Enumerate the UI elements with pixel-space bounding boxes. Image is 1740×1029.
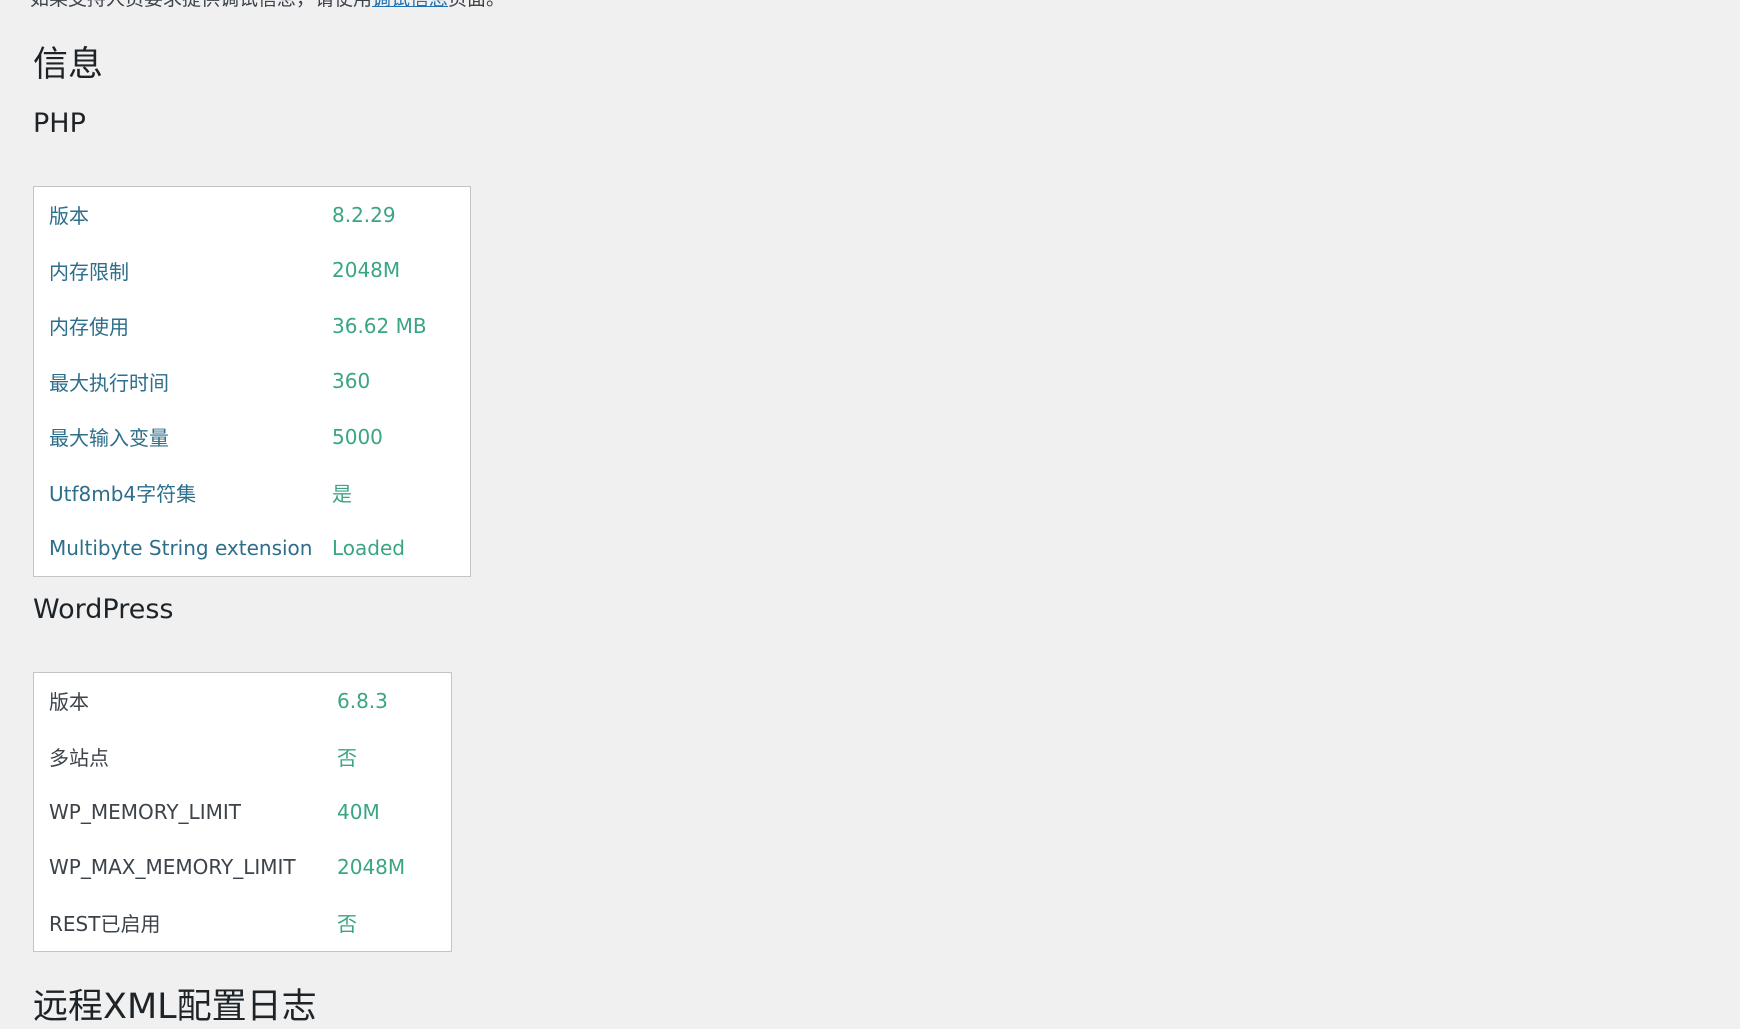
php-label: Multibyte String extension bbox=[49, 535, 313, 560]
remote-xml-log-heading: 远程XML配置日志 bbox=[33, 987, 317, 1027]
php-label: 内存限制 bbox=[49, 259, 129, 284]
info-heading: 信息 bbox=[33, 45, 104, 85]
debug-note-text-after: 页面。 bbox=[448, 0, 505, 10]
php-row-memory-usage: 内存使用 36.62 MB bbox=[49, 298, 455, 354]
debug-info-link[interactable]: 调试信息 bbox=[372, 0, 448, 10]
php-info-table: 版本 8.2.29 内存限制 2048M 内存使用 36.62 MB 最大执行时… bbox=[33, 186, 471, 577]
wp-label: WP_MAX_MEMORY_LIMIT bbox=[49, 855, 296, 880]
wp-row-memory-limit: WP_MEMORY_LIMIT 40M bbox=[49, 784, 436, 840]
wp-value: 40M bbox=[337, 799, 380, 824]
wp-row-multisite: 多站点 否 bbox=[49, 729, 436, 785]
php-row-memory-limit: 内存限制 2048M bbox=[49, 243, 455, 299]
wp-label: REST已启用 bbox=[49, 912, 161, 937]
php-value: Loaded bbox=[332, 535, 405, 560]
wp-value: 否 bbox=[337, 912, 357, 937]
php-value: 8.2.29 bbox=[332, 202, 396, 227]
php-value: 360 bbox=[332, 369, 371, 394]
php-row-max-execution-time: 最大执行时间 360 bbox=[49, 354, 455, 410]
wp-label: 版本 bbox=[49, 690, 89, 715]
php-row-max-input-vars: 最大输入变量 5000 bbox=[49, 409, 455, 465]
wp-value: 6.8.3 bbox=[337, 688, 388, 713]
php-row-version: 版本 8.2.29 bbox=[49, 187, 455, 243]
php-label: 最大执行时间 bbox=[49, 370, 169, 395]
php-label: 版本 bbox=[49, 204, 89, 229]
php-value: 2048M bbox=[332, 258, 401, 283]
php-value: 5000 bbox=[332, 424, 383, 449]
php-section-title: PHP bbox=[33, 108, 86, 139]
debug-note-text-before: 如果支持人员要求提供调试信息，请使用 bbox=[30, 0, 372, 10]
php-row-mbstring: Multibyte String extension Loaded bbox=[49, 520, 455, 576]
wp-value: 否 bbox=[337, 745, 357, 770]
php-row-utf8mb4: Utf8mb4字符集 是 bbox=[49, 465, 455, 521]
php-label: Utf8mb4字符集 bbox=[49, 481, 197, 506]
php-label: 最大输入变量 bbox=[49, 426, 169, 451]
php-value: 36.62 MB bbox=[332, 313, 427, 338]
debug-info-note: 如果支持人员要求提供调试信息，请使用调试信息页面。 bbox=[30, 0, 505, 11]
wp-label: WP_MEMORY_LIMIT bbox=[49, 799, 241, 824]
php-label: 内存使用 bbox=[49, 315, 129, 340]
wp-row-max-memory-limit: WP_MAX_MEMORY_LIMIT 2048M bbox=[49, 840, 436, 896]
wp-label: 多站点 bbox=[49, 745, 109, 770]
php-value: 是 bbox=[332, 481, 352, 506]
wordpress-section-title: WordPress bbox=[33, 594, 174, 625]
wp-row-rest-enabled: REST已启用 否 bbox=[49, 895, 436, 951]
wp-row-version: 版本 6.8.3 bbox=[49, 673, 436, 729]
wordpress-info-table: 版本 6.8.3 多站点 否 WP_MEMORY_LIMIT 40M WP_MA… bbox=[33, 672, 452, 952]
wp-value: 2048M bbox=[337, 855, 406, 880]
